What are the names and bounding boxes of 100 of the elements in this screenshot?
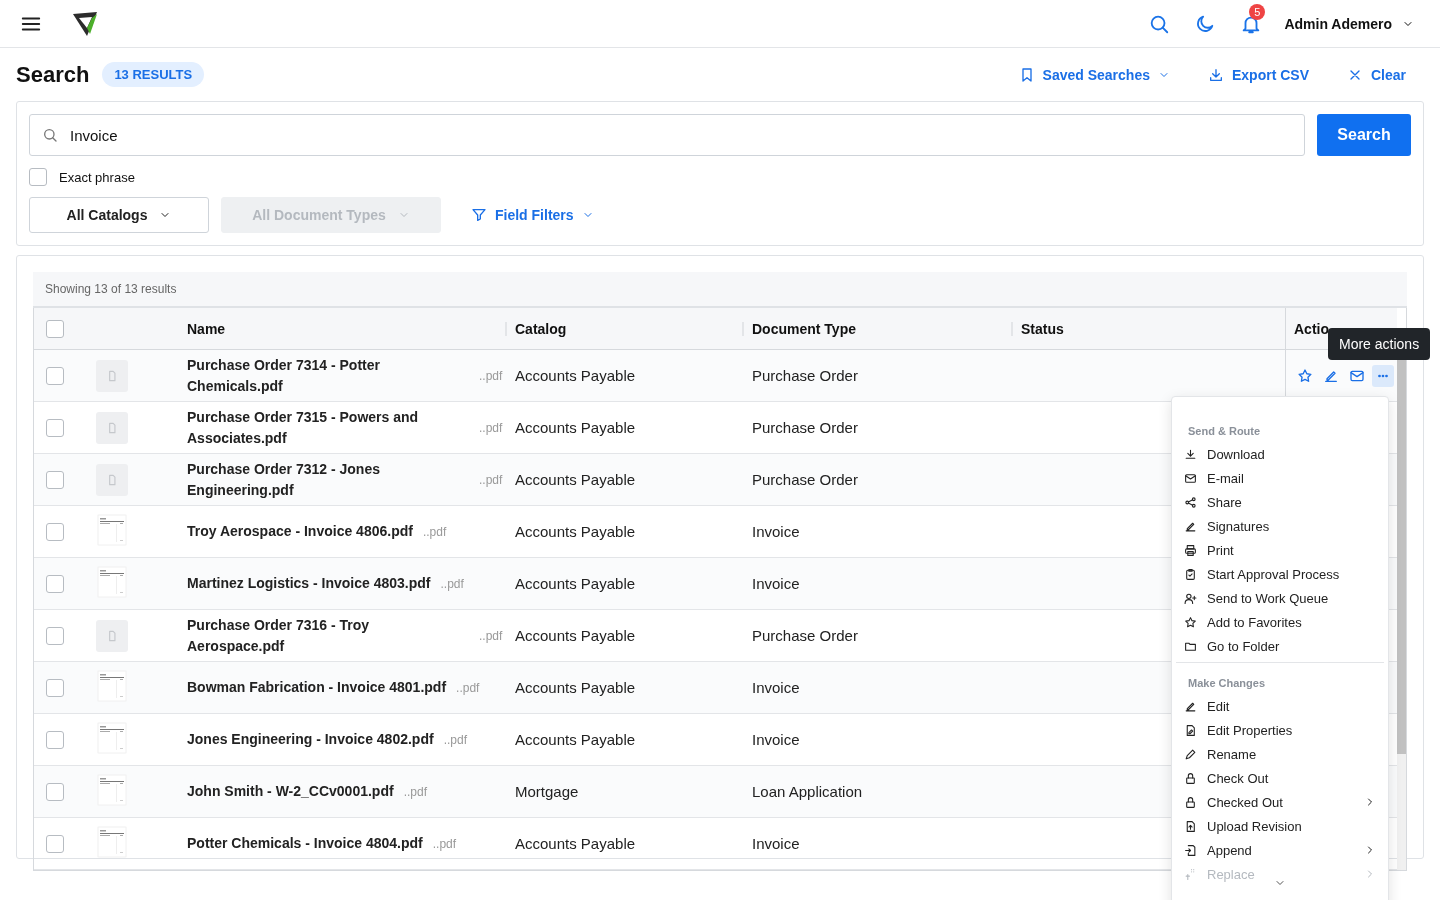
file-name[interactable]: Martinez Logistics - Invoice 4803.pdf [187,573,431,594]
pencil-icon [1184,747,1197,761]
download-icon [1207,66,1224,83]
row-checkbox[interactable] [46,782,64,801]
row-checkbox[interactable] [46,678,64,697]
star-icon [1297,367,1313,384]
menu-item[interactable]: E-mail [1172,466,1388,490]
row-checkbox[interactable] [46,522,64,541]
document-thumbnail [96,774,128,806]
table-cell-text: Mortgage [514,783,580,800]
menu-item[interactable]: Share [1172,490,1388,514]
menu-item[interactable]: Rename [1172,742,1388,766]
table-cell-text: Purchase Order [751,471,859,488]
search-icon [42,127,58,143]
document-thumbnail [96,722,128,754]
checkbox[interactable] [29,168,47,186]
row-checkbox[interactable] [46,470,64,489]
table-cell-text: Accounts Payable [514,679,637,696]
table-cell-text: Accounts Payable [514,575,637,592]
user-plus-icon [1184,591,1197,605]
file-name[interactable]: Troy Aerospace - Invoice 4806.pdf [187,521,413,542]
column-header[interactable]: Catalog [515,320,567,337]
menu-item[interactable]: Start Approval Process [1172,562,1388,586]
file-edit-icon [1184,723,1197,737]
menu-item[interactable]: Edit [1172,694,1388,718]
menu-item[interactable]: Upload Revision [1172,814,1388,838]
row-checkbox[interactable] [46,730,64,749]
table-cell-text: Purchase Order [751,627,859,644]
tooltip: More actions [1328,328,1431,360]
file-extension: ..pdf [479,420,503,435]
column-header[interactable]: Document Type [752,320,856,337]
more-actions-button[interactable] [1372,364,1394,387]
table-cell-text: Accounts Payable [514,627,637,644]
search-field[interactable]: Invoice [29,114,1305,156]
document-thumbnail [96,670,128,702]
column-header[interactable]: Status [1021,320,1064,337]
row-checkbox[interactable] [46,418,64,437]
printer-icon [1184,543,1197,557]
filter-icon [471,207,487,223]
document-thumbnail [96,514,128,546]
menu-item[interactable]: Go to Folder [1172,634,1388,658]
file-extension: ..pdf [479,472,503,487]
file-name[interactable]: Purchase Order 7316 - Troy Aerospace.pdf [187,614,469,657]
table-cell-text: Purchase Order [751,419,859,436]
logo-icon[interactable] [72,9,100,38]
file-name[interactable]: Potter Chemicals - Invoice 4804.pdf [187,833,423,854]
download-icon [1184,447,1197,461]
document-thumbnail [96,826,128,858]
menu-item[interactable]: Download [1172,442,1388,466]
file-extension: ..pdf [443,732,467,747]
checkbox-label: Exact phrase [59,169,135,185]
row-checkbox[interactable] [46,834,64,853]
row-checkbox[interactable] [46,574,64,593]
document-thumbnail [96,566,128,598]
results-summary: Showing 13 of 13 results [45,282,177,296]
file-name[interactable]: John Smith - W-2_CCv0001.pdf [187,781,394,802]
menu-item[interactable]: Checked Out [1172,790,1388,814]
header-action-link[interactable]: Saved Searches [1018,66,1170,83]
file-append-icon [1184,843,1197,857]
column-header[interactable]: Actio [1294,320,1329,337]
row-checkbox[interactable] [46,626,64,645]
table-cell-text: Accounts Payable [514,835,637,852]
field-filters-button[interactable]: Field Filters [465,206,600,224]
table-cell-text: Invoice [751,523,801,540]
file-replace-icon [1184,867,1197,881]
search-button[interactable]: Search [1317,114,1411,156]
header-action-link[interactable]: Clear [1346,66,1406,83]
share-icon [1184,495,1197,509]
column-header[interactable]: Name [187,320,226,337]
table-cell-text: Accounts Payable [514,523,637,540]
select-all-checkbox[interactable] [46,319,64,338]
menu-item[interactable]: Check Out [1172,766,1388,790]
filter-dropdown[interactable]: All Catalogs [29,197,209,233]
file-extension: ..pdf [479,628,503,643]
lock-icon [1184,795,1197,809]
menu-item[interactable]: Edit Properties [1172,718,1388,742]
file-name[interactable]: Jones Engineering - Invoice 4802.pdf [187,729,434,750]
page-title: Search [16,61,90,88]
file-name[interactable]: Purchase Order 7312 - Jones Engineering.pdf [187,458,469,501]
menu-item[interactable]: Print [1172,538,1388,562]
menu-item[interactable]: Send to Work Queue [1172,586,1388,610]
file-extension: ..pdf [432,836,457,851]
user-menu[interactable]: Admin Ademero [1278,14,1420,33]
menu-item[interactable]: Add to Favorites [1172,610,1388,634]
row-checkbox[interactable] [46,366,64,385]
file-name[interactable]: Purchase Order 7314 - Potter Chemicals.pdf [187,354,469,397]
results-count-badge: 13 RESULTS [102,62,205,87]
menu-item[interactable]: Append [1172,838,1388,862]
table-cell-text: Invoice [751,731,801,748]
file-name[interactable]: Bowman Fabrication - Invoice 4801.pdf [187,677,447,698]
file-extension: ..pdf [403,784,427,799]
table-cell-text: Accounts Payable [514,419,637,436]
file-extension: ..pdf [440,576,464,591]
mail-icon [1184,471,1197,485]
header-action-link[interactable]: Export CSV [1207,66,1309,83]
file-name[interactable]: Purchase Order 7315 - Powers and Associates.pdf [187,406,469,449]
file-extension: ..pdf [479,368,503,383]
file-extension: ..pdf [422,524,447,539]
file-extension: ..pdf [456,680,480,695]
menu-item[interactable]: Signatures [1172,514,1388,538]
